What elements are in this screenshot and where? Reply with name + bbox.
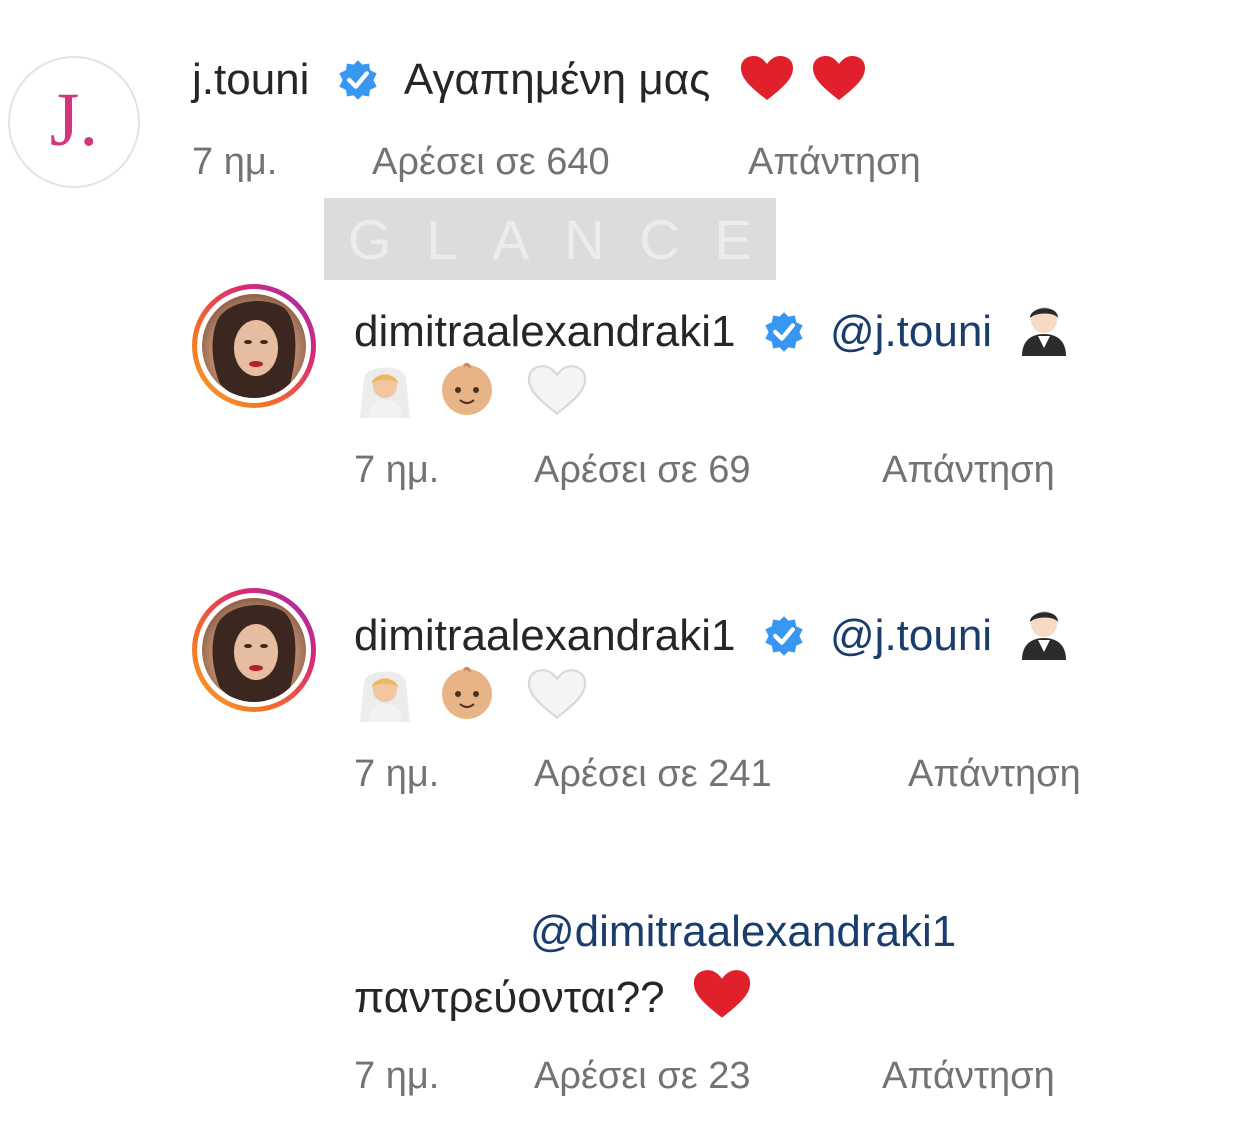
likes-count[interactable]: Αρέσει σε 241	[534, 752, 772, 796]
watermark-letter: E	[714, 207, 752, 271]
red-heart-icon	[693, 970, 750, 1018]
comment-text: παντρεύονται??	[354, 973, 665, 1022]
comment-4-mention-line: @dimitraalexandraki1	[530, 906, 956, 958]
baby-icon	[442, 362, 493, 415]
reply-button[interactable]: Απάντηση	[908, 752, 1081, 796]
man-in-tuxedo-icon	[1022, 611, 1067, 660]
likes-count[interactable]: Αρέσει σε 69	[534, 448, 751, 492]
watermark-letter: L	[426, 207, 458, 271]
comment-1-body: j.touni Αγαπημένη μας	[192, 54, 867, 106]
comment-3-emoji-line	[354, 664, 588, 724]
watermark-letter: A	[492, 207, 530, 271]
watermark-letter: N	[564, 207, 605, 271]
red-heart-icon	[740, 56, 793, 100]
timestamp: 7 ημ.	[354, 1055, 440, 1097]
verified-badge-icon	[765, 312, 803, 352]
man-in-tuxedo-icon	[1022, 307, 1067, 356]
comment-4-body: παντρεύονται??	[354, 968, 753, 1024]
verified-badge-icon	[338, 60, 377, 100]
username[interactable]: dimitraalexandraki1	[354, 307, 736, 356]
likes-count[interactable]: Αρέσει σε 640	[372, 140, 610, 184]
timestamp: 7 ημ.	[354, 753, 440, 795]
white-heart-icon	[528, 669, 587, 720]
reply-button[interactable]: Απάντηση	[882, 448, 1055, 492]
comment-3-body: dimitraalexandraki1 @j.touni	[354, 604, 1072, 662]
avatar-dimitraalexandraki1[interactable]	[192, 588, 316, 712]
avatar-dimitraalexandraki1[interactable]	[192, 284, 316, 408]
mention-link[interactable]: @j.touni	[830, 307, 992, 356]
avatar-letter: J.	[49, 77, 99, 162]
bride-with-veil-icon	[360, 367, 410, 418]
comment-2-emoji-line	[354, 360, 588, 420]
timestamp: 7 ημ.	[354, 449, 440, 491]
baby-icon	[442, 666, 493, 719]
username[interactable]: dimitraalexandraki1	[354, 611, 736, 660]
bride-with-veil-icon	[360, 671, 410, 722]
glance-watermark: G L A N C E	[324, 198, 776, 280]
reply-button[interactable]: Απάντηση	[882, 1054, 1055, 1098]
avatar-j-touni[interactable]: J.	[8, 56, 140, 188]
watermark-letter: C	[639, 207, 680, 271]
profile-photo	[202, 294, 306, 398]
red-heart-icon	[812, 56, 865, 100]
mention-link[interactable]: @j.touni	[830, 611, 992, 660]
profile-photo	[202, 598, 306, 702]
white-heart-icon	[528, 365, 587, 416]
username[interactable]: j.touni	[192, 55, 309, 104]
watermark-letter: G	[348, 207, 392, 271]
comment-2-body: dimitraalexandraki1 @j.touni	[354, 300, 1072, 358]
timestamp: 7 ημ.	[192, 141, 278, 183]
comment-text: Αγαπημένη μας	[403, 55, 711, 104]
verified-badge-icon	[765, 616, 803, 656]
reply-button[interactable]: Απάντηση	[748, 140, 921, 184]
mention-link[interactable]: @dimitraalexandraki1	[530, 907, 956, 956]
likes-count[interactable]: Αρέσει σε 23	[534, 1054, 751, 1098]
